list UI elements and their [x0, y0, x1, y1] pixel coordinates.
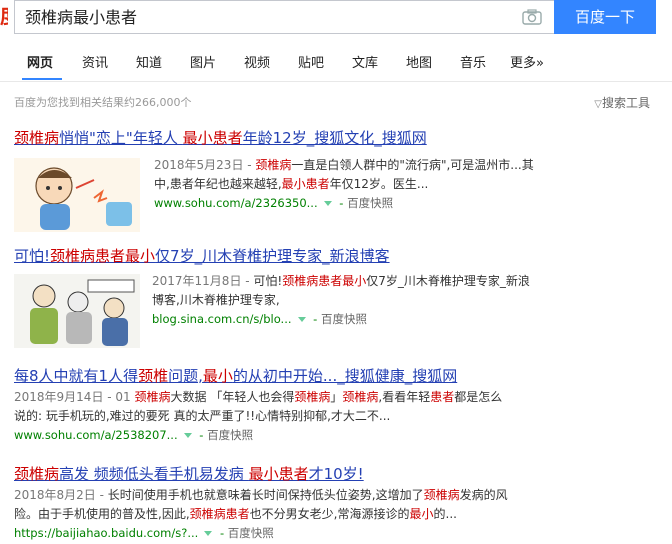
- result-url[interactable]: www.sohu.com/a/2326350...: [154, 196, 318, 210]
- result-url[interactable]: blog.sina.com.cn/s/blo...: [152, 312, 292, 326]
- result-snippet: 2017年11月8日 - 可怕!颈椎病患者最小仅7岁_川木脊椎护理专家_新浪 博…: [152, 274, 530, 326]
- result-title[interactable]: 颈椎病悄悄"恋上"年轻人 最小患者年龄12岁_搜狐文化_搜狐网: [14, 128, 654, 148]
- search-tabs: 网页 资讯 知道 图片 视频 贴吧 文库 地图 音乐 更多»: [0, 38, 672, 82]
- result-item: 颈椎病高发 频频低头看手机易发病 最小患者才10岁! 2018年8月2日 - 长…: [14, 464, 654, 544]
- filter-icon: ▽: [594, 99, 602, 110]
- tab-news[interactable]: 资讯: [82, 52, 108, 71]
- search-input[interactable]: 颈椎病最小患者: [14, 0, 554, 34]
- search-button[interactable]: 百度一下: [554, 0, 656, 34]
- cache-link[interactable]: 百度快照: [321, 312, 367, 326]
- result-title[interactable]: 每8人中就有1人得颈椎问题,最小的从初中开始..._搜狐健康_搜狐网: [14, 366, 654, 386]
- result-title[interactable]: 可怕!颈椎病患者最小仅7岁_川木脊椎护理专家_新浪博客: [14, 246, 654, 266]
- result-thumbnail[interactable]: [14, 274, 140, 348]
- top-bar: 度 颈椎病最小患者 百度一下: [0, 0, 672, 38]
- dropdown-arrow-icon[interactable]: [183, 432, 192, 438]
- tab-more[interactable]: 更多»: [510, 52, 544, 71]
- result-item: 颈椎病悄悄"恋上"年轻人 最小患者年龄12岁_搜狐文化_搜狐网 2018年5月2…: [14, 128, 654, 232]
- result-url[interactable]: www.sohu.com/a/2538207...: [14, 428, 178, 442]
- result-snippet: 2018年5月23日 - 颈椎病一直是白领人群中的"流行病",可是温州市...其…: [154, 158, 534, 210]
- tab-wenku[interactable]: 文库: [352, 52, 378, 71]
- results-count: 百度为您找到相关结果约266,000个: [14, 96, 192, 109]
- result-snippet: 2018年8月2日 - 长时间使用手机也就意味着长时间保持低头位姿势,这增加了颈…: [14, 488, 508, 540]
- result-thumbnail[interactable]: [14, 158, 140, 232]
- tab-music[interactable]: 音乐: [460, 52, 486, 71]
- baidu-logo-fragment[interactable]: 度: [0, 4, 8, 28]
- cache-link[interactable]: 百度快照: [207, 428, 253, 442]
- result-item: 可怕!颈椎病患者最小仅7岁_川木脊椎护理专家_新浪博客 2017年11月8日 -…: [14, 246, 654, 348]
- cache-link[interactable]: 百度快照: [347, 196, 393, 210]
- tab-web[interactable]: 网页: [27, 52, 53, 71]
- result-snippet: 2018年9月14日 - 01 颈椎病大数据 「年轻人也会得颈椎病」颈椎病,看看…: [14, 390, 503, 442]
- dropdown-arrow-icon[interactable]: [323, 200, 332, 206]
- camera-icon[interactable]: [522, 9, 542, 25]
- tab-images[interactable]: 图片: [190, 52, 216, 71]
- dropdown-arrow-icon[interactable]: [204, 530, 213, 536]
- search-tools[interactable]: ▽搜索工具: [594, 94, 650, 111]
- tab-tieba[interactable]: 贴吧: [298, 52, 324, 71]
- cache-link[interactable]: 百度快照: [228, 526, 274, 540]
- result-title[interactable]: 颈椎病高发 频频低头看手机易发病 最小患者才10岁!: [14, 464, 654, 484]
- result-url[interactable]: https://baijiahao.baidu.com/s?...: [14, 526, 198, 540]
- dropdown-arrow-icon[interactable]: [297, 316, 306, 322]
- active-tab-indicator: [22, 78, 62, 80]
- tab-video[interactable]: 视频: [244, 52, 270, 71]
- search-query-text[interactable]: 颈椎病最小患者: [25, 1, 137, 34]
- result-item: 每8人中就有1人得颈椎问题,最小的从初中开始..._搜狐健康_搜狐网 2018年…: [14, 366, 654, 450]
- tab-zhidao[interactable]: 知道: [136, 52, 162, 71]
- tab-map[interactable]: 地图: [406, 52, 432, 71]
